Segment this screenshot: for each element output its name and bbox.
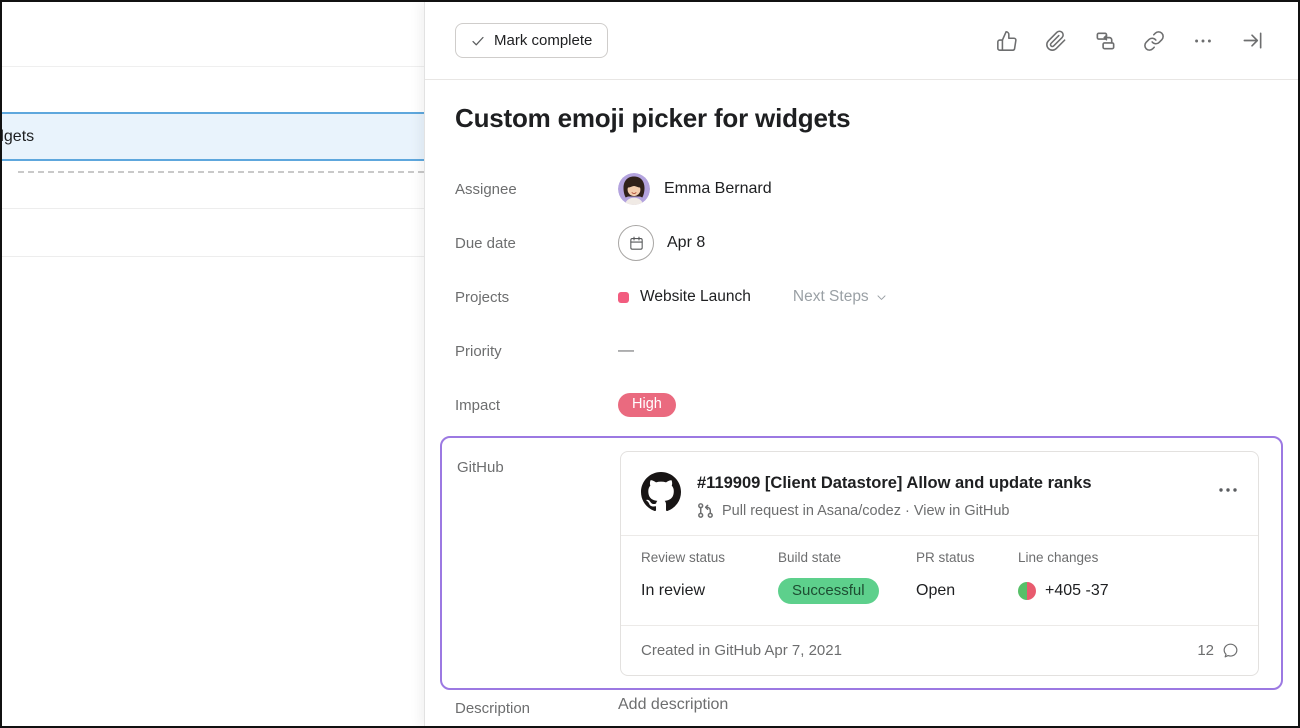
more-options-icon[interactable]: [1191, 29, 1215, 53]
panel-body: Custom emoji picker for widgets Assignee: [425, 103, 1298, 728]
line-changes-label: Line changes: [1018, 550, 1109, 565]
assignee-label: Assignee: [455, 181, 618, 198]
description-label: Description: [455, 696, 618, 717]
assignee-avatar: [618, 173, 650, 205]
field-row-priority: Priority —: [455, 324, 1268, 378]
project-section-dropdown[interactable]: Next Steps: [793, 288, 888, 306]
calendar-icon: [618, 225, 654, 261]
chevron-down-icon: [875, 291, 888, 304]
selected-task-text: dgets: [2, 128, 34, 146]
drop-indicator-line: [18, 171, 424, 173]
field-row-description: Description Add description: [455, 696, 1268, 728]
project-name[interactable]: Website Launch: [640, 288, 751, 306]
build-state-badge: Successful: [778, 578, 879, 604]
link-icon[interactable]: [1142, 29, 1166, 53]
review-status-value: In review: [641, 576, 778, 605]
field-row-impact: Impact High: [455, 378, 1268, 432]
pr-comments[interactable]: 12: [1197, 641, 1240, 660]
comment-bubble-icon: [1221, 641, 1240, 660]
impact-label: Impact: [455, 397, 618, 414]
due-date-text: Apr 8: [667, 234, 705, 252]
pull-request-icon: [697, 502, 714, 519]
pr-created-text: Created in GitHub Apr 7, 2021: [641, 642, 842, 659]
task-title[interactable]: Custom emoji picker for widgets: [455, 103, 1268, 134]
pr-subtitle-text: Pull request in Asana/codez · View in Gi…: [722, 503, 1009, 519]
github-field-section: GitHub #119909 [Client Datastore] Allow …: [440, 436, 1283, 690]
pr-card-footer: Created in GitHub Apr 7, 2021 12: [621, 626, 1258, 675]
pr-comment-count: 12: [1197, 642, 1214, 659]
stat-review-status: Review status In review: [641, 550, 778, 605]
stat-pr-status: PR status Open: [916, 550, 1018, 605]
review-status-label: Review status: [641, 550, 778, 565]
panel-toolbar: Mark complete: [425, 2, 1298, 80]
description-input[interactable]: Add description: [618, 696, 728, 714]
mark-complete-button[interactable]: Mark complete: [455, 23, 608, 58]
line-changes-value: +405 -37: [1045, 582, 1109, 600]
due-date-value[interactable]: Apr 8: [618, 225, 705, 261]
github-logo-icon: [641, 472, 681, 512]
priority-value[interactable]: —: [618, 342, 634, 360]
priority-label: Priority: [455, 343, 618, 360]
list-row-divider: [2, 66, 424, 67]
line-changes-icon: [1018, 582, 1036, 600]
collapse-panel-icon[interactable]: [1240, 29, 1264, 53]
field-row-projects: Projects Website Launch Next Steps: [455, 270, 1268, 324]
pr-status-label: PR status: [916, 550, 1018, 565]
assignee-value[interactable]: Emma Bernard: [618, 173, 772, 205]
pr-stats-row: Review status In review Build state Succ…: [621, 536, 1258, 625]
selected-task-row[interactable]: dgets: [2, 112, 424, 161]
pr-subtitle-row[interactable]: Pull request in Asana/codez · View in Gi…: [697, 502, 1204, 519]
like-icon[interactable]: [995, 29, 1019, 53]
assignee-name: Emma Bernard: [664, 180, 772, 198]
github-pr-card: #119909 [Client Datastore] Allow and upd…: [620, 451, 1259, 676]
pr-title[interactable]: #119909 [Client Datastore] Allow and upd…: [697, 474, 1204, 493]
projects-label: Projects: [455, 289, 618, 306]
github-label: GitHub: [457, 451, 620, 676]
list-row-divider: [2, 256, 424, 257]
field-row-assignee: Assignee Emma Bernard: [455, 162, 1268, 216]
due-date-label: Due date: [455, 235, 618, 252]
impact-badge[interactable]: High: [618, 393, 676, 417]
project-color-dot: [618, 292, 629, 303]
attachment-icon[interactable]: [1044, 29, 1068, 53]
subtasks-icon[interactable]: [1093, 29, 1117, 53]
project-section-label: Next Steps: [793, 288, 869, 306]
check-icon: [471, 34, 485, 48]
build-state-label: Build state: [778, 550, 916, 565]
field-row-due-date: Due date Apr 8: [455, 216, 1268, 270]
stat-line-changes: Line changes +405 -37: [1018, 550, 1109, 605]
stat-build-state: Build state Successful: [778, 550, 916, 605]
toolbar-icon-group: [995, 29, 1264, 53]
app-window: dgets Mark complete: [0, 0, 1300, 728]
pr-status-value: Open: [916, 576, 1018, 605]
task-list-pane: dgets: [2, 2, 424, 726]
list-row-divider: [2, 208, 424, 209]
task-detail-panel: Mark complete: [424, 2, 1298, 726]
pr-card-more-icon[interactable]: [1216, 472, 1240, 507]
github-card-header: #119909 [Client Datastore] Allow and upd…: [621, 452, 1258, 535]
mark-complete-label: Mark complete: [494, 32, 592, 49]
